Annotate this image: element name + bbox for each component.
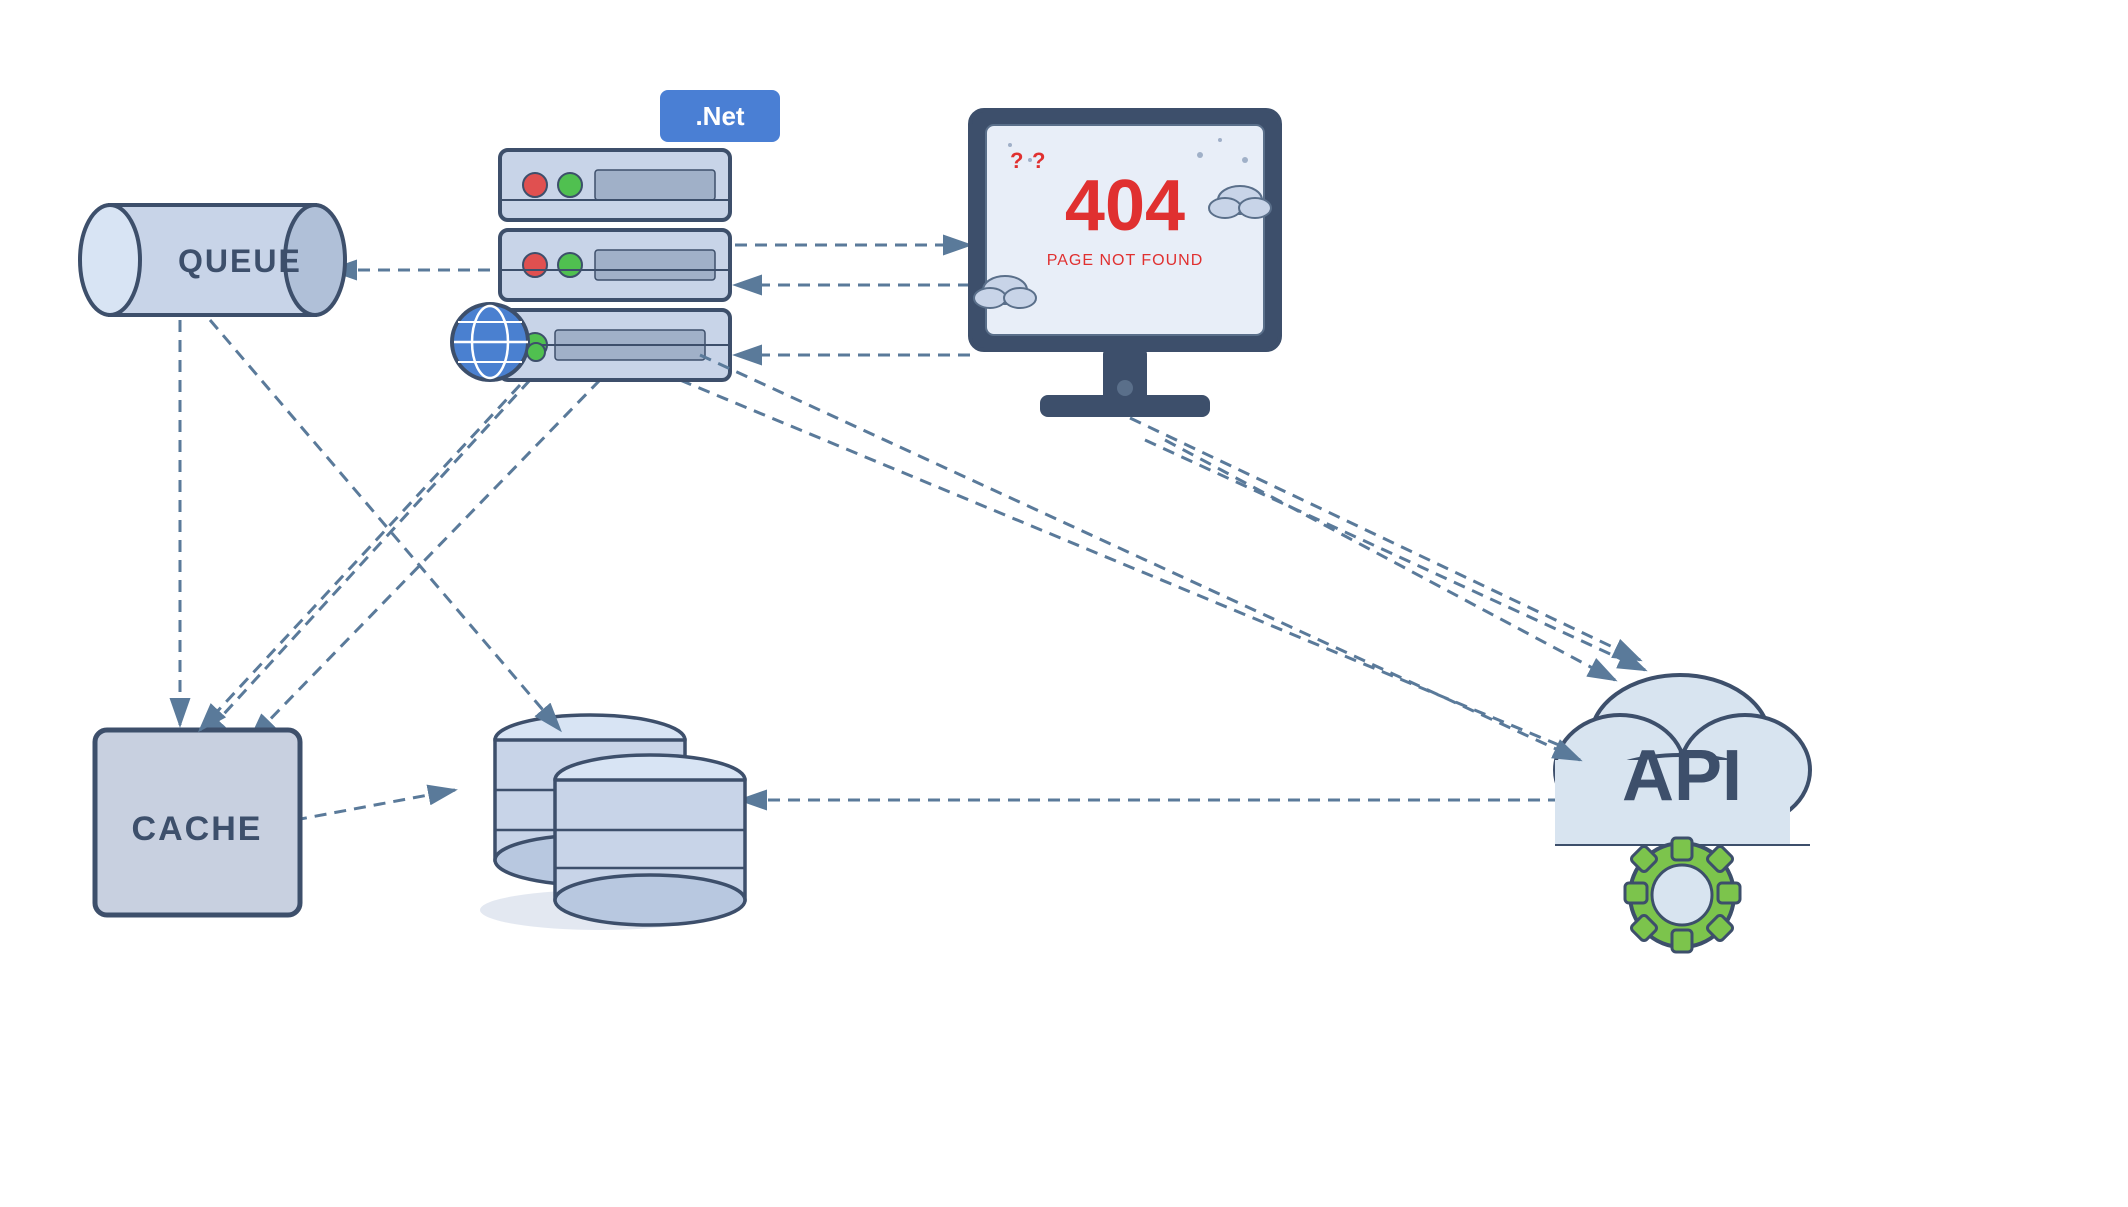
arrow-server-to-cache-cross1 xyxy=(200,380,530,740)
queue-component: QUEUE xyxy=(80,205,345,315)
api-label: API xyxy=(1622,736,1742,816)
arrow-server-to-cache-cross2 xyxy=(250,380,600,740)
error-code: 404 xyxy=(1065,166,1185,246)
diagram-container: QUEUE xyxy=(0,0,2128,1207)
server-component xyxy=(452,150,730,380)
arrow-monitor-to-api xyxy=(1165,440,1615,680)
queue-label: QUEUE xyxy=(178,243,302,279)
arrow-server-to-api xyxy=(680,380,1595,760)
arrow-cache-to-db xyxy=(295,790,455,820)
arrow-monitor-to-api2 xyxy=(1145,440,1645,670)
cache-component: CACHE xyxy=(95,730,300,915)
svg-text:.Net: .Net xyxy=(695,101,744,131)
arrow-monitor-api-down xyxy=(1130,418,1640,660)
error-text: PAGE NOT FOUND xyxy=(1047,252,1204,269)
database-component xyxy=(480,715,745,930)
api-component: API xyxy=(1555,675,1810,952)
svg-text:?: ? xyxy=(1010,148,1023,173)
monitor-component: ? ? 404 PAGE NOT FOUND xyxy=(970,110,1280,417)
cache-label: CACHE xyxy=(132,810,263,848)
arrow-cross1 xyxy=(200,385,520,730)
svg-text:?: ? xyxy=(1032,148,1045,173)
dotnet-badge: .Net xyxy=(660,90,780,142)
